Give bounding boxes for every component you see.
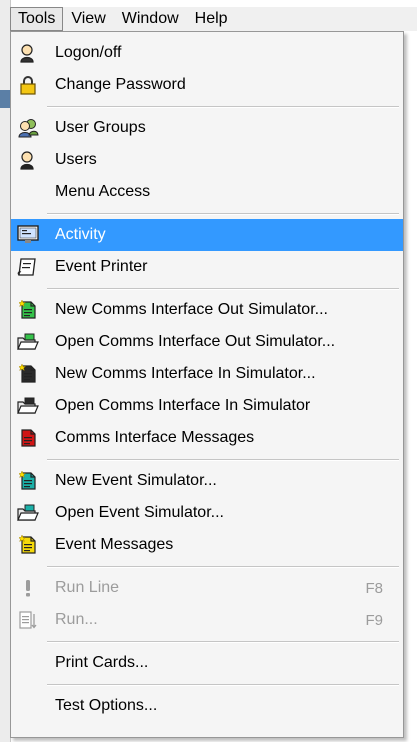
menu-item-event-messages[interactable]: Event Messages: [11, 529, 403, 561]
menu-item-label: Menu Access: [55, 183, 151, 200]
new-doc-teal-icon: [13, 465, 43, 497]
menu-item-test-options[interactable]: Test Options...: [11, 690, 403, 722]
menu-item-shortcut: F8: [365, 579, 383, 597]
menu-item-menu-access[interactable]: Menu Access: [11, 176, 403, 208]
menu-item-label: Comms Interface Messages: [55, 429, 255, 446]
menu-item-label: User Groups: [55, 119, 146, 136]
menu-item-run-line: Run Line F8: [11, 572, 403, 604]
menu-item-label: Activity: [55, 226, 106, 243]
padlock-icon: [13, 69, 43, 101]
menu-item-open-event-simulator[interactable]: Open Event Simulator...: [11, 497, 403, 529]
menu-item-user-groups[interactable]: User Groups: [11, 112, 403, 144]
run-list-icon: [13, 604, 43, 636]
menu-item-label: Event Messages: [55, 536, 174, 553]
menu-item-label: Test Options...: [55, 697, 158, 714]
background-window-titlebar: [0, 90, 10, 108]
menu-icon-spacer: [13, 690, 43, 722]
user-group-icon: [13, 112, 43, 144]
menu-item-logon-off[interactable]: Logon/off: [11, 37, 403, 69]
menubar-tools[interactable]: Tools: [10, 7, 64, 31]
menu-item-new-comms-interface-out-simulator[interactable]: New Comms Interface Out Simulator...: [11, 294, 403, 326]
menu-item-label: New Event Simulator...: [55, 472, 217, 489]
menubar-view[interactable]: View: [63, 7, 113, 31]
menu-item-label: Run Line: [55, 579, 120, 596]
menu-icon-spacer: [13, 647, 43, 679]
menu-item-comms-interface-messages[interactable]: Comms Interface Messages: [11, 422, 403, 454]
menu-item-new-comms-interface-in-simulator[interactable]: New Comms Interface In Simulator...: [11, 358, 403, 390]
open-folder-black-icon: [13, 390, 43, 422]
menu-separator: [11, 454, 403, 465]
menu-separator: [11, 679, 403, 690]
menu-item-label: Print Cards...: [55, 654, 149, 671]
open-folder-teal-icon: [13, 497, 43, 529]
menu-separator: [11, 101, 403, 112]
menu-item-users[interactable]: Users: [11, 144, 403, 176]
menu-item-event-printer[interactable]: Event Printer: [11, 251, 403, 283]
menu-item-label: Open Comms Interface Out Simulator...: [55, 333, 336, 350]
doc-yellow-icon: [13, 529, 43, 561]
menu-item-label: Open Comms Interface In Simulator: [55, 397, 311, 414]
menu-item-label: Logon/off: [55, 44, 122, 61]
new-doc-green-icon: [13, 294, 43, 326]
exclamation-icon: [13, 572, 43, 604]
menu-item-activity[interactable]: Activity: [11, 219, 403, 251]
user-key-icon: [13, 37, 43, 69]
menu-item-open-comms-interface-out-simulator[interactable]: Open Comms Interface Out Simulator...: [11, 326, 403, 358]
menubar-window[interactable]: Window: [114, 7, 187, 31]
menu-separator: [11, 636, 403, 647]
user-icon: [13, 144, 43, 176]
menu-separator: [11, 561, 403, 572]
menu-separator: [11, 283, 403, 294]
menu-item-shortcut: F9: [365, 611, 383, 629]
printer-scroll-icon: [13, 251, 43, 283]
new-doc-black-icon: [13, 358, 43, 390]
menubar-help[interactable]: Help: [187, 7, 236, 31]
doc-red-icon: [13, 422, 43, 454]
menu-item-open-comms-interface-in-simulator[interactable]: Open Comms Interface In Simulator: [11, 390, 403, 422]
menu-item-label: Open Event Simulator...: [55, 504, 224, 521]
menu-separator: [11, 208, 403, 219]
menu-icon-spacer: [13, 176, 43, 208]
menu-item-change-password[interactable]: Change Password: [11, 69, 403, 101]
menu-item-label: Users: [55, 151, 97, 168]
menu-item-label: New Comms Interface In Simulator...: [55, 365, 316, 382]
menu-item-label: Change Password: [55, 76, 186, 93]
menu-item-label: New Comms Interface Out Simulator...: [55, 301, 328, 318]
monitor-icon: [13, 219, 43, 251]
open-folder-green-icon: [13, 326, 43, 358]
menu-item-run: Run... F9: [11, 604, 403, 636]
menu-item-label: Event Printer: [55, 258, 148, 275]
menu-bar: Tools View Window Help: [10, 7, 417, 31]
menu-item-label: Run...: [55, 611, 98, 628]
tools-menu: Logon/off Change Password User Groups Users…: [10, 31, 404, 738]
menu-item-new-event-simulator[interactable]: New Event Simulator...: [11, 465, 403, 497]
menu-item-print-cards[interactable]: Print Cards...: [11, 647, 403, 679]
